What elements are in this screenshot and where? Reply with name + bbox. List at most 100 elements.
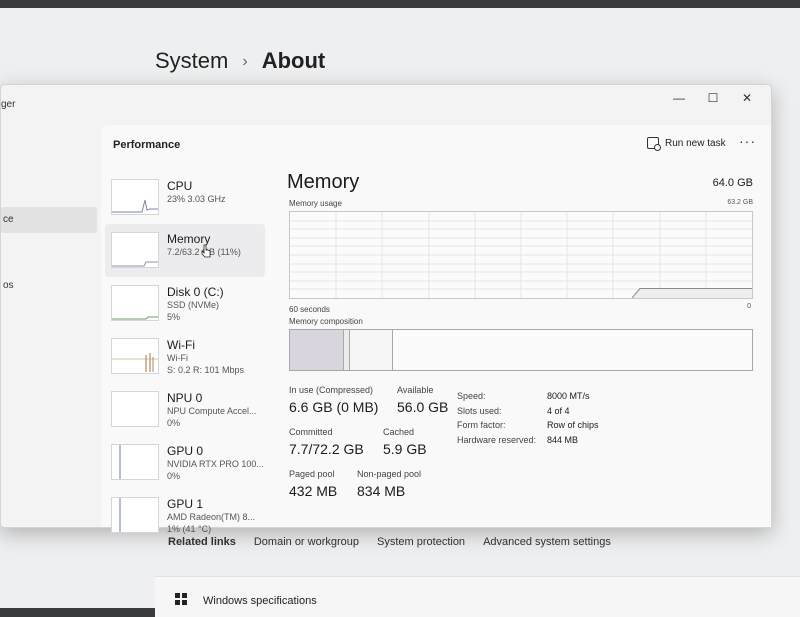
run-new-task-button[interactable]: Run new task [647, 137, 726, 151]
task-manager-window: ger — ☐ ✕ ce os Performance Run new task… [0, 84, 772, 534]
resource-usage: 5% [167, 312, 181, 322]
resource-gpu1[interactable]: GPU 1 AMD Radeon(TM) 8... 1% (41 °C) [105, 489, 265, 542]
in-use-label: In use (Compressed) [289, 385, 374, 395]
paged-pool-value: 432 MB [289, 483, 338, 499]
nav-item-startup-apps[interactable]: os [1, 273, 97, 299]
memory-usage-area [632, 288, 752, 298]
resource-name: NPU 0 [167, 391, 203, 405]
disk-graph-icon [111, 285, 159, 321]
windows-spec-card[interactable]: Windows specifications [155, 576, 800, 617]
resource-detail: 23% 3.03 GHz [167, 194, 226, 204]
resource-cpu[interactable]: CPU 23% 3.03 GHz [105, 171, 265, 224]
nonpaged-pool-label: Non-paged pool [357, 469, 422, 479]
stat-paged-pool: Paged pool 432 MB [289, 469, 337, 499]
memory-usage-max: 63.2 GB [727, 199, 753, 206]
stat-committed: Committed 7.7/72.2 GB [289, 427, 364, 457]
stat-cached: Cached 5.9 GB [383, 427, 427, 457]
memory-graph-icon [111, 232, 159, 268]
spec-value: 8000 MT/s [547, 391, 590, 401]
memory-detail-panel: Memory 64.0 GB Memory usage 63.2 GB 60 s… [287, 171, 757, 521]
memory-composition-bar [289, 329, 753, 371]
link-advanced-system-settings[interactable]: Advanced system settings [483, 536, 611, 548]
page-title: Performance [113, 139, 181, 151]
spec-key: Slots used: [457, 405, 502, 416]
windows-logo-icon [175, 593, 187, 605]
available-value: 56.0 GB [397, 399, 449, 415]
committed-value: 7.7/72.2 GB [289, 441, 364, 457]
resource-usage: 1% (41 °C) [167, 524, 212, 534]
resource-name: Disk 0 (C:) [167, 285, 224, 299]
windows-spec-label: Windows specifications [203, 595, 317, 607]
memory-usage-graph [289, 211, 753, 299]
cached-label: Cached [383, 427, 415, 437]
performance-page: Performance Run new task ··· CPU 23% 3.0… [101, 125, 771, 534]
resource-memory[interactable]: Memory 7.2/63.2 GB (11%) [105, 224, 265, 277]
resource-gpu0[interactable]: GPU 0 NVIDIA RTX PRO 100... 0% [105, 436, 265, 489]
committed-label: Committed [289, 427, 333, 437]
breadcrumb: System › About [155, 48, 325, 74]
spec-row: Form factor: Row of chips [457, 420, 599, 435]
cpu-graph-icon [111, 179, 159, 215]
npu-graph-icon [111, 391, 159, 427]
nav-item-app-history[interactable] [1, 241, 97, 267]
resource-list: CPU 23% 3.03 GHz Memory 7.2/63.2 GB (11%… [105, 171, 265, 542]
resource-detail: NVIDIA RTX PRO 100... [167, 459, 264, 469]
composition-label: Memory composition [289, 317, 363, 326]
spec-value: 844 MB [547, 434, 579, 445]
spec-row: Hardware reserved: 844 MB [457, 435, 599, 450]
maximize-button[interactable]: ☐ [705, 91, 721, 105]
spec-row: Slots used: 4 of 4 [457, 406, 599, 421]
resource-usage: 0% [167, 471, 181, 481]
cached-value: 5.9 GB [383, 441, 427, 457]
composition-in-use [290, 330, 344, 370]
link-domain-workgroup[interactable]: Domain or workgroup [254, 536, 359, 548]
spec-key: Form factor: [457, 420, 506, 430]
stat-available: Available 56.0 GB [397, 385, 448, 415]
nav-item-performance[interactable]: ce [1, 207, 97, 233]
graph-time-axis: 60 seconds [289, 305, 330, 314]
resource-name: GPU 0 [167, 444, 204, 458]
resource-name: GPU 1 [167, 497, 204, 511]
in-use-value: 6.6 GB (0 MB) [289, 399, 379, 415]
paged-pool-label: Paged pool [289, 469, 335, 479]
memory-usage-label: Memory usage [289, 199, 342, 208]
window-title: ger [1, 99, 16, 110]
resource-npu[interactable]: NPU 0 NPU Compute Accel... 0% [105, 383, 265, 436]
memory-specs: Speed: 8000 MT/s Slots used: 4 of 4 Form f… [457, 391, 599, 449]
run-task-icon [647, 137, 661, 151]
resource-detail: SSD (NVMe) [167, 300, 220, 310]
memory-title: Memory [287, 171, 360, 193]
memory-usage-chart [290, 212, 752, 299]
memory-total: 64.0 GB [712, 177, 753, 189]
spec-row: Speed: 8000 MT/s [457, 391, 599, 406]
stat-in-use: In use (Compressed) 6.6 GB (0 MB) [289, 385, 378, 415]
resource-detail: AMD Radeon(TM) 8... [167, 512, 256, 522]
title-bar[interactable]: ger — ☐ ✕ [1, 85, 771, 113]
available-label: Available [397, 385, 434, 395]
resource-wifi[interactable]: Wi-Fi Wi-Fi S: 0.2 R: 101 Mbps [105, 330, 265, 383]
resource-usage: S: 0.2 R: 101 Mbps [167, 365, 245, 375]
hand-cursor-icon [201, 244, 211, 258]
resource-usage: 0% [167, 418, 181, 428]
minimize-button[interactable]: — [671, 91, 687, 105]
link-system-protection[interactable]: System protection [377, 536, 465, 548]
stat-nonpaged-pool: Non-paged pool 834 MB [357, 469, 421, 499]
nonpaged-pool-value: 834 MB [357, 483, 406, 499]
spec-key: Hardware reserved: [457, 434, 537, 445]
close-button[interactable]: ✕ [739, 91, 755, 105]
resource-name: Wi-Fi [167, 338, 195, 352]
breadcrumb-system[interactable]: System [155, 48, 228, 73]
spec-value: 4 of 4 [547, 405, 570, 416]
nav-pane: ce os [1, 113, 97, 527]
gpu-graph-icon [111, 444, 159, 480]
wifi-graph-icon [111, 338, 159, 374]
more-options-button[interactable]: ··· [739, 133, 756, 149]
window-controls: — ☐ ✕ [671, 91, 755, 105]
breadcrumb-about: About [261, 48, 326, 73]
breadcrumb-separator: › [242, 53, 248, 70]
spec-key: Speed: [457, 391, 486, 401]
resource-disk[interactable]: Disk 0 (C:) SSD (NVMe) 5% [105, 277, 265, 330]
resource-name: CPU [167, 179, 193, 193]
spec-value: Row of chips [547, 420, 599, 430]
resource-detail: NPU Compute Accel... [167, 406, 257, 416]
